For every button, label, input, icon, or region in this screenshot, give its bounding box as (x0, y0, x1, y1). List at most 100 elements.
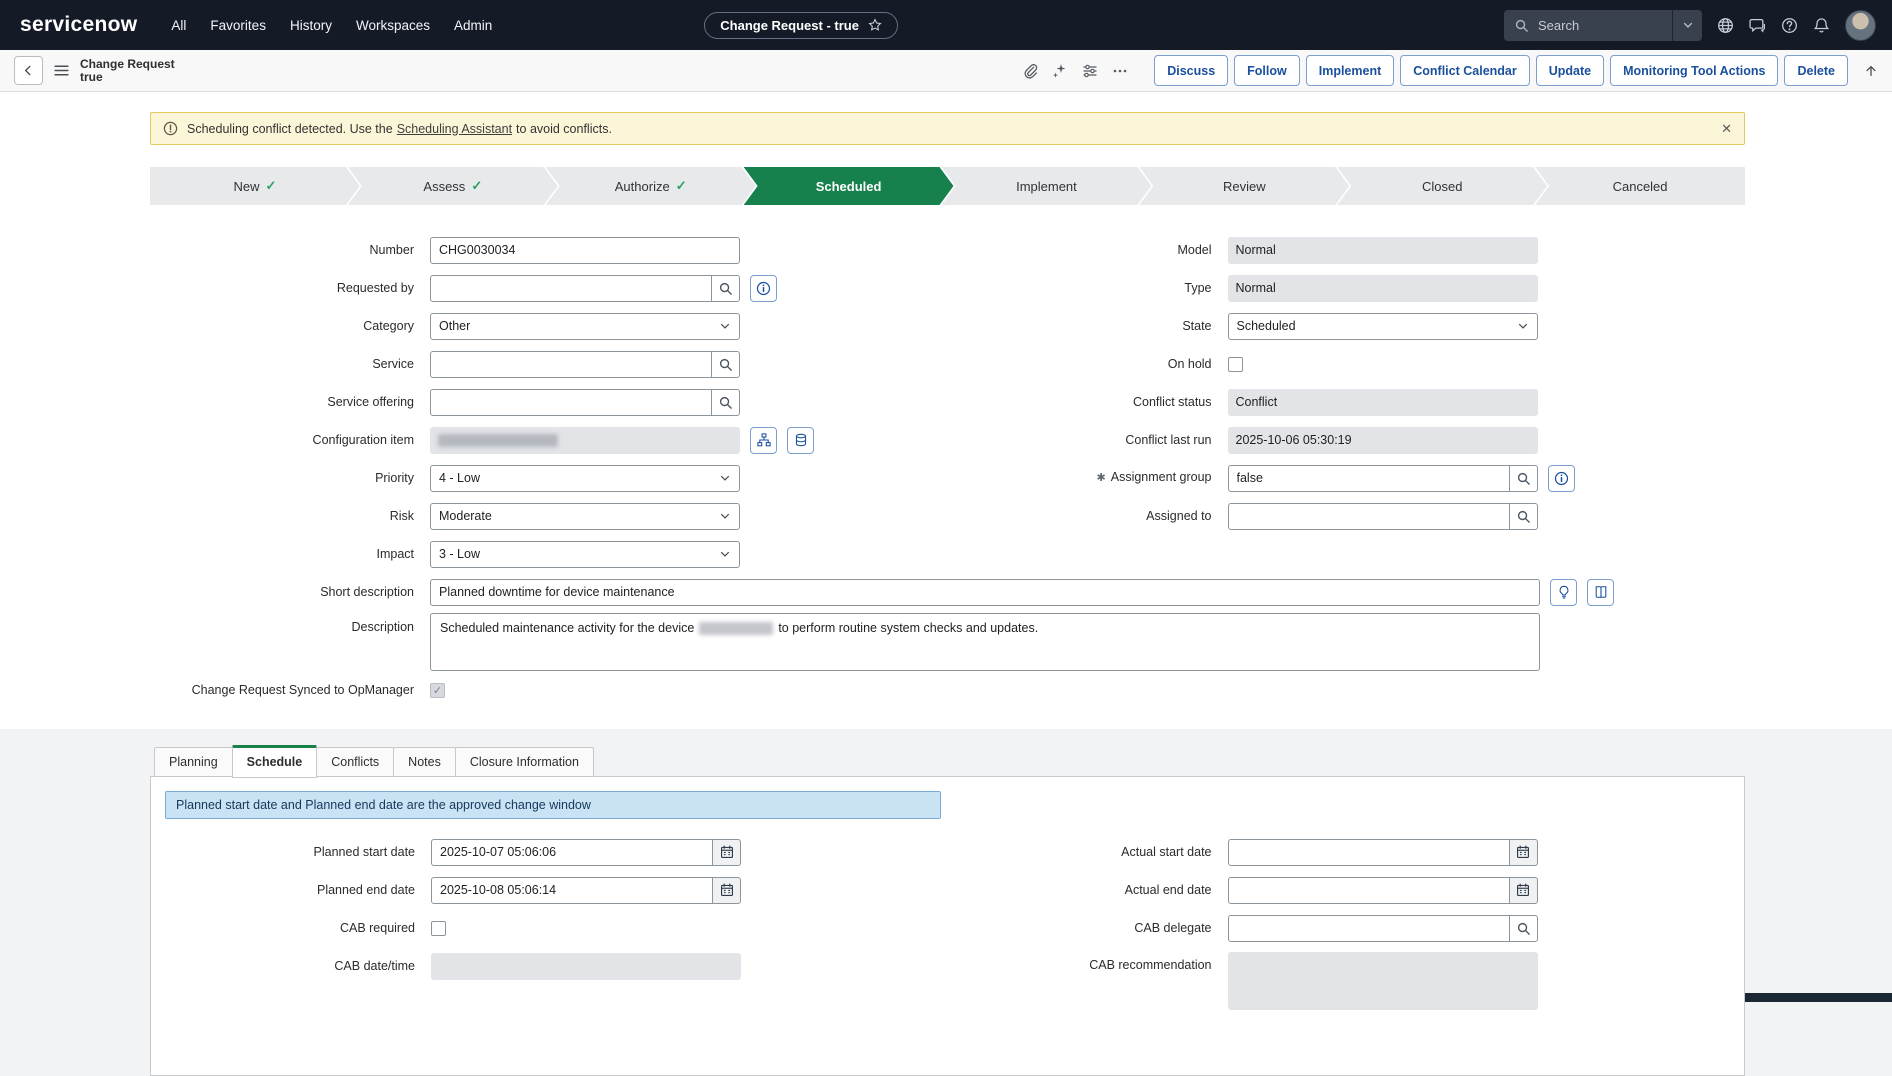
favorite-star-icon[interactable] (868, 18, 882, 32)
follow-button[interactable]: Follow (1234, 55, 1300, 86)
user-avatar[interactable] (1845, 10, 1876, 41)
ci-details-icon[interactable] (787, 427, 814, 454)
tab-schedule[interactable]: Schedule (232, 745, 318, 778)
nav-item-all[interactable]: All (159, 12, 198, 39)
scroll-top-icon[interactable] (1864, 64, 1878, 78)
checkbox-cab-required[interactable] (431, 921, 446, 936)
input-short-description[interactable] (430, 579, 1540, 606)
select-category[interactable]: Other (430, 313, 740, 340)
field-label-requested-by: Requested by (150, 281, 430, 296)
search-box[interactable] (1504, 10, 1672, 41)
field-control-actual-start-date (1228, 839, 1538, 866)
stage-authorize[interactable]: Authorize✓ (546, 167, 756, 205)
input-actual-end-date[interactable] (1228, 877, 1510, 904)
nav-menu: AllFavoritesHistoryWorkspacesAdmin (159, 12, 504, 39)
input-number[interactable] (430, 237, 740, 264)
lookup-icon-assigned-to[interactable] (1509, 503, 1538, 530)
nav-item-history[interactable]: History (278, 12, 344, 39)
knowledge-book-icon[interactable] (1587, 579, 1614, 606)
implement-button[interactable]: Implement (1306, 55, 1395, 86)
stage-canceled[interactable]: Canceled (1535, 167, 1745, 205)
input-requested-by[interactable] (430, 275, 712, 302)
stage-assess[interactable]: Assess✓ (348, 167, 558, 205)
lookup-icon-service-offering[interactable] (711, 389, 740, 416)
readonly-cab-recommendation (1228, 952, 1538, 1010)
nav-item-favorites[interactable]: Favorites (198, 12, 278, 39)
globe-icon[interactable] (1717, 17, 1734, 34)
input-assigned-to[interactable] (1228, 503, 1510, 530)
context-pill[interactable]: Change Request - true (704, 12, 898, 39)
back-button[interactable] (14, 56, 43, 85)
context-pill-label: Change Request - true (720, 18, 859, 33)
notifications-bell-icon[interactable] (1813, 17, 1830, 34)
input-cab-delegate[interactable] (1228, 915, 1510, 942)
input-actual-start-date[interactable] (1228, 839, 1510, 866)
more-actions-icon[interactable] (1106, 57, 1134, 85)
select-risk[interactable]: Moderate (430, 503, 740, 530)
process-flow: New✓Assess✓Authorize✓ScheduledImplementR… (150, 167, 1745, 205)
tab-planning[interactable]: Planning (154, 747, 233, 777)
input-description[interactable]: Scheduled maintenance activity for the d… (430, 613, 1540, 671)
search-scope-dropdown[interactable] (1672, 10, 1702, 41)
calendar-icon-actual-start-date[interactable] (1509, 839, 1538, 866)
stage-scheduled[interactable]: Scheduled (744, 167, 954, 205)
select-priority[interactable]: 4 - Low (430, 465, 740, 492)
lookup-icon-assignment-group[interactable] (1509, 465, 1538, 492)
input-planned-end-date[interactable] (431, 877, 713, 904)
search-input[interactable] (1536, 17, 1648, 34)
input-planned-start-date[interactable] (431, 839, 713, 866)
nav-item-admin[interactable]: Admin (442, 12, 504, 39)
stage-new[interactable]: New✓ (150, 167, 360, 205)
field-label-conflict-last-run: Conflict last run (948, 433, 1228, 448)
form-layout-sliders-icon[interactable] (1076, 57, 1104, 85)
context-menu-icon[interactable] (53, 62, 70, 79)
info-icon[interactable] (1548, 465, 1575, 492)
tab-notes[interactable]: Notes (393, 747, 456, 777)
checkbox-on-hold[interactable] (1228, 357, 1243, 372)
close-banner-icon[interactable]: ✕ (1721, 121, 1732, 137)
field-row-service-offering: Service offering (150, 383, 948, 421)
select-impact[interactable]: 3 - Low (430, 541, 740, 568)
personalize-wand-icon[interactable] (1046, 57, 1074, 85)
input-service[interactable] (430, 351, 712, 378)
stage-label: Canceled (1613, 179, 1668, 194)
stage-closed[interactable]: Closed (1337, 167, 1547, 205)
stage-review[interactable]: Review (1139, 167, 1349, 205)
calendar-icon-planned-end-date[interactable] (712, 877, 741, 904)
delete-button[interactable]: Delete (1784, 55, 1848, 86)
tab-conflicts[interactable]: Conflicts (316, 747, 394, 777)
discuss-button[interactable]: Discuss (1154, 55, 1228, 86)
chat-icon[interactable] (1749, 17, 1766, 34)
lookup-icon-requested-by[interactable] (711, 275, 740, 302)
monitoring-tool-actions-button[interactable]: Monitoring Tool Actions (1610, 55, 1778, 86)
scheduling-assistant-link[interactable]: Scheduling Assistant (397, 122, 512, 136)
schedule-tab-panel: Planned start date and Planned end date … (150, 776, 1745, 1076)
field-control-actual-end-date (1228, 877, 1538, 904)
calendar-icon-actual-end-date[interactable] (1509, 877, 1538, 904)
tab-closure-information[interactable]: Closure Information (455, 747, 594, 777)
suggestion-lightbulb-icon[interactable] (1550, 579, 1577, 606)
checkbox-change-request-synced-to-opmanager[interactable]: ✓ (430, 683, 445, 698)
lookup-icon-service[interactable] (711, 351, 740, 378)
lookup-icon-cab-delegate[interactable] (1509, 915, 1538, 942)
field-control-cab-required (431, 921, 741, 936)
warning-text: Scheduling conflict detected. Use the Sc… (187, 122, 612, 136)
input-service-offering[interactable] (430, 389, 712, 416)
calendar-icon-planned-start-date[interactable] (712, 839, 741, 866)
search-icon (1514, 18, 1529, 33)
field-row-actual-start-date: Actual start date (948, 833, 1745, 871)
help-icon[interactable] (1781, 17, 1798, 34)
info-icon[interactable] (750, 275, 777, 302)
select-state[interactable]: Scheduled (1228, 313, 1538, 340)
dependency-map-icon[interactable] (750, 427, 777, 454)
input-assignment-group[interactable] (1228, 465, 1510, 492)
nav-item-workspaces[interactable]: Workspaces (344, 12, 442, 39)
attachment-paperclip-icon[interactable] (1016, 57, 1044, 85)
update-button[interactable]: Update (1536, 55, 1604, 86)
conflict-calendar-button[interactable]: Conflict Calendar (1400, 55, 1530, 86)
field-row-number: Number (150, 231, 948, 269)
field-row-cab-delegate: CAB delegate (948, 909, 1745, 947)
stage-implement[interactable]: Implement (942, 167, 1152, 205)
field-row-planned-start-date: Planned start date (151, 833, 948, 871)
servicenow-logo[interactable]: servicenow (20, 13, 137, 37)
